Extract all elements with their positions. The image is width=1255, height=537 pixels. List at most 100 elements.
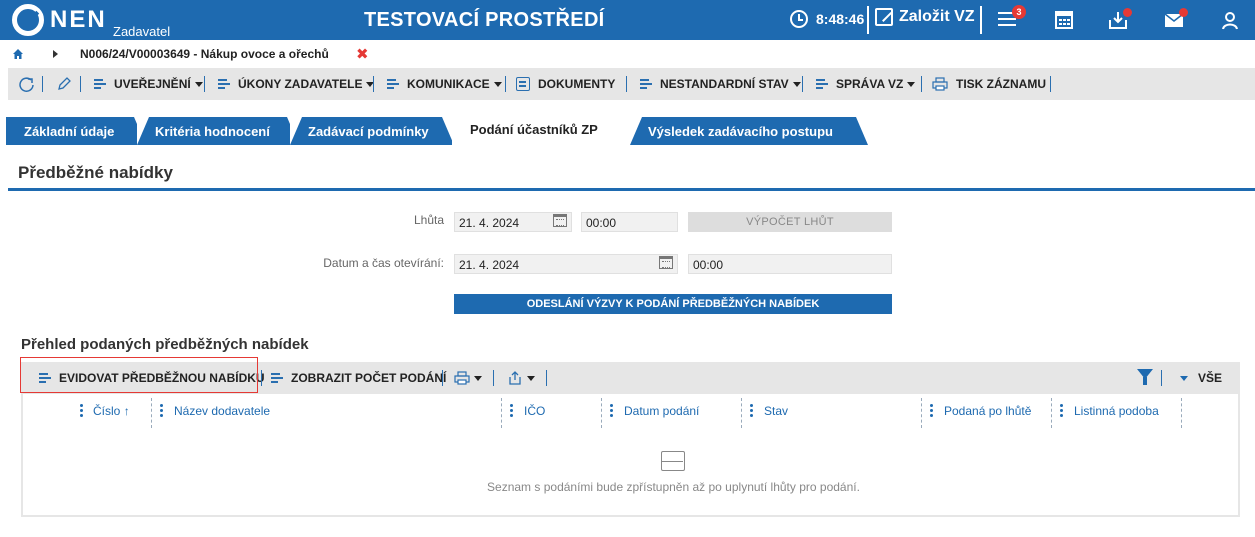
breadcrumb: N006/24/V00003649 - Nákup ovoce a ořechů… [0, 44, 1255, 66]
column-menu-icon[interactable] [160, 404, 163, 418]
column-menu-icon[interactable] [510, 404, 513, 418]
tab-vysledek[interactable]: Výsledek zadávacího postupu [630, 117, 868, 145]
column-divider[interactable] [1051, 398, 1052, 428]
toolbar-divider [80, 76, 81, 92]
print-menu[interactable] [454, 362, 482, 394]
toolbar-divider [505, 76, 506, 92]
column-menu-icon[interactable] [80, 404, 83, 418]
column-datum-podani[interactable]: Datum podání [624, 404, 699, 418]
header-divider [867, 6, 869, 34]
tab-label: Kritéria hodnocení [155, 123, 270, 139]
zobrazit-pocet-button[interactable]: ZOBRAZIT POČET PODÁNÍ [271, 362, 446, 394]
otevirani-label: Datum a čas otevírání: [323, 256, 444, 270]
list-icon [387, 78, 401, 90]
tab-label: Zadávací podmínky [308, 123, 429, 139]
calendar-icon[interactable] [659, 256, 673, 269]
column-divider[interactable] [1181, 398, 1182, 428]
column-podana-po-lhute[interactable]: Podaná po lhůtě [944, 404, 1031, 418]
create-vz-label: Založit VZ [899, 8, 975, 25]
export-menu[interactable] [507, 362, 535, 394]
column-divider[interactable] [601, 398, 602, 428]
column-divider[interactable] [151, 398, 152, 428]
column-menu-icon[interactable] [1060, 404, 1063, 418]
export-icon [509, 371, 521, 385]
tisk-button[interactable]: TISK ZÁZNAMU [932, 68, 1046, 100]
view-filter-menu[interactable]: VŠE [1176, 362, 1222, 394]
session-clock: 8:48:46 [790, 10, 864, 28]
chevron-right-icon [53, 50, 58, 58]
column-divider[interactable] [741, 398, 742, 428]
inbox-alert-dot [1123, 8, 1132, 17]
nen-logo[interactable]: NEN [12, 4, 107, 36]
tab-bar: Základní údaje Kritéria hodnocení Zadáva… [0, 114, 1255, 145]
tab-zakladni-udaje[interactable]: Základní údaje [6, 117, 146, 145]
column-menu-icon[interactable] [610, 404, 613, 418]
home-icon[interactable] [12, 48, 24, 60]
section-divider [8, 188, 1255, 191]
lhuta-time-value: 00:00 [586, 216, 617, 230]
breadcrumb-path[interactable]: N006/24/V00003649 - Nákup ovoce a ořechů [80, 47, 329, 61]
nestandardni-label: NESTANDARDNÍ STAV [660, 77, 789, 91]
create-vz-button[interactable]: Založit VZ [875, 8, 975, 26]
column-ico[interactable]: IČO [524, 404, 545, 418]
uverejneni-menu[interactable]: UVEŘEJNĚNÍ [94, 68, 203, 100]
column-label: Číslo [93, 404, 121, 418]
column-menu-icon[interactable] [750, 404, 753, 418]
calendar-icon[interactable] [553, 214, 567, 227]
tab-label: Podání účastníků ZP [470, 122, 598, 137]
send-invitation-button[interactable]: ODESLÁNÍ VÝZVY K PODÁNÍ PŘEDBĚŽNÝCH NABÍ… [454, 294, 892, 314]
lhuta-label: Lhůta [413, 213, 444, 227]
column-cislo[interactable]: Číslo ↑ [93, 404, 130, 418]
pencil-icon[interactable] [56, 76, 72, 92]
ukony-label: ÚKONY ZADAVATELE [238, 77, 363, 91]
user-icon[interactable] [1218, 8, 1242, 32]
dokumenty-button[interactable]: DOKUMENTY [516, 68, 615, 100]
close-icon[interactable]: ✖ [356, 45, 369, 63]
komunikace-menu[interactable]: KOMUNIKACE [387, 68, 502, 100]
sprava-menu[interactable]: SPRÁVA VZ [816, 68, 916, 100]
clock-icon [790, 10, 808, 28]
tab-podani-ucastniku[interactable]: Podání účastníků ZP [452, 114, 632, 145]
tab-zadavaci-podminky[interactable]: Zadávací podmínky [290, 117, 454, 145]
nestandardni-menu[interactable]: NESTANDARDNÍ STAV [640, 68, 801, 100]
caret-down-icon [474, 375, 482, 381]
filter-icon[interactable] [1137, 369, 1153, 385]
tab-kriteria-hodnoceni[interactable]: Kritéria hodnocení [137, 117, 299, 145]
refresh-icon[interactable] [18, 76, 35, 93]
toolbar-divider [1050, 76, 1051, 92]
otevirani-time-field[interactable]: 00:00 [688, 254, 892, 274]
lhuta-time-field[interactable]: 00:00 [581, 212, 678, 232]
section-title: Předběžné nabídky [18, 163, 173, 182]
empty-inbox-icon [661, 451, 685, 471]
vypocet-lhut-button[interactable]: VÝPOČET LHŮT [688, 212, 892, 232]
empty-state-text: Seznam s podáními bude zpřístupněn až po… [487, 480, 860, 494]
mail-alert-dot [1179, 8, 1188, 17]
zobrazit-label: ZOBRAZIT POČET PODÁNÍ [291, 371, 447, 385]
otevirani-date-field[interactable]: 21. 4. 2024 [454, 254, 678, 274]
toolbar-divider [493, 370, 494, 386]
logo-icon [12, 4, 44, 36]
tab-label: Výsledek zadávacího postupu [648, 123, 833, 139]
toolbar-divider [1161, 370, 1162, 386]
toolbar-divider [626, 76, 627, 92]
list-title: Přehled podaných předběžných nabídek [21, 336, 309, 353]
column-divider[interactable] [921, 398, 922, 428]
printer-icon [454, 371, 470, 385]
column-stav[interactable]: Stav [764, 404, 788, 418]
column-divider[interactable] [501, 398, 502, 428]
list-icon [271, 372, 285, 384]
sprava-label: SPRÁVA VZ [836, 77, 904, 91]
column-menu-icon[interactable] [930, 404, 933, 418]
list-icon [94, 78, 108, 90]
list-icon [218, 78, 232, 90]
ukony-menu[interactable]: ÚKONY ZADAVATELE [218, 68, 375, 100]
calculator-icon[interactable] [1052, 8, 1076, 32]
toolbar-divider [204, 76, 205, 92]
caret-down-icon [1180, 375, 1188, 381]
otevirani-time-value: 00:00 [693, 258, 724, 272]
column-listinna-podoba[interactable]: Listinná podoba [1074, 404, 1159, 418]
toolbar-divider [261, 370, 262, 386]
uverejneni-label: UVEŘEJNĚNÍ [114, 77, 191, 91]
column-nazev[interactable]: Název dodavatele [174, 404, 270, 418]
caret-down-icon [792, 81, 801, 87]
